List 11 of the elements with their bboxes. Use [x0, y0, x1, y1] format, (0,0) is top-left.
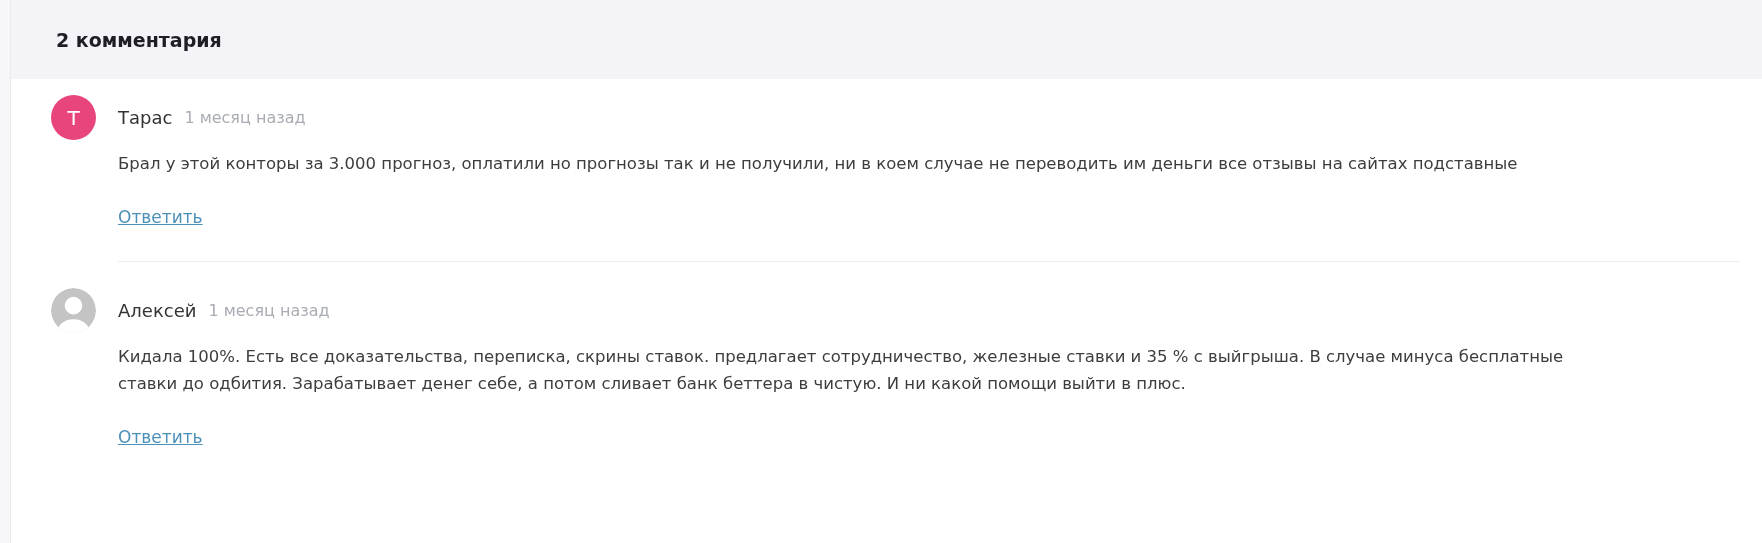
comment-text: Брал у этой конторы за 3.000 прогноз, оплатили но прогнозы так и не получили, ни в коем случае не переводить им деньги все отзывы на сайтах подставные	[118, 153, 1519, 175]
user-silhouette-icon	[51, 288, 96, 333]
comment-time: 1 месяц назад	[208, 301, 330, 320]
reply-link[interactable]: Ответить	[118, 427, 203, 447]
comment-time: 1 месяц назад	[184, 108, 306, 127]
avatar: Т	[51, 95, 96, 140]
comment-text: Кидала 100%. Есть все доказательства, переписка, скрины ставок. предлагает сотрудничество, железные ставки и 35 % с выйгрыша. В случае минуса бесплатные ставки до одбития. Зарабатывает денег себе, а потом сливает банк беттера в чистую. И ни какой помощи выйти в плюс.	[118, 346, 1565, 395]
reply-link[interactable]: Ответить	[118, 207, 203, 227]
author-name: Алексей	[118, 300, 197, 321]
comments-count-title: 2 комментария	[56, 28, 222, 51]
author-name: Тарас	[118, 107, 173, 128]
